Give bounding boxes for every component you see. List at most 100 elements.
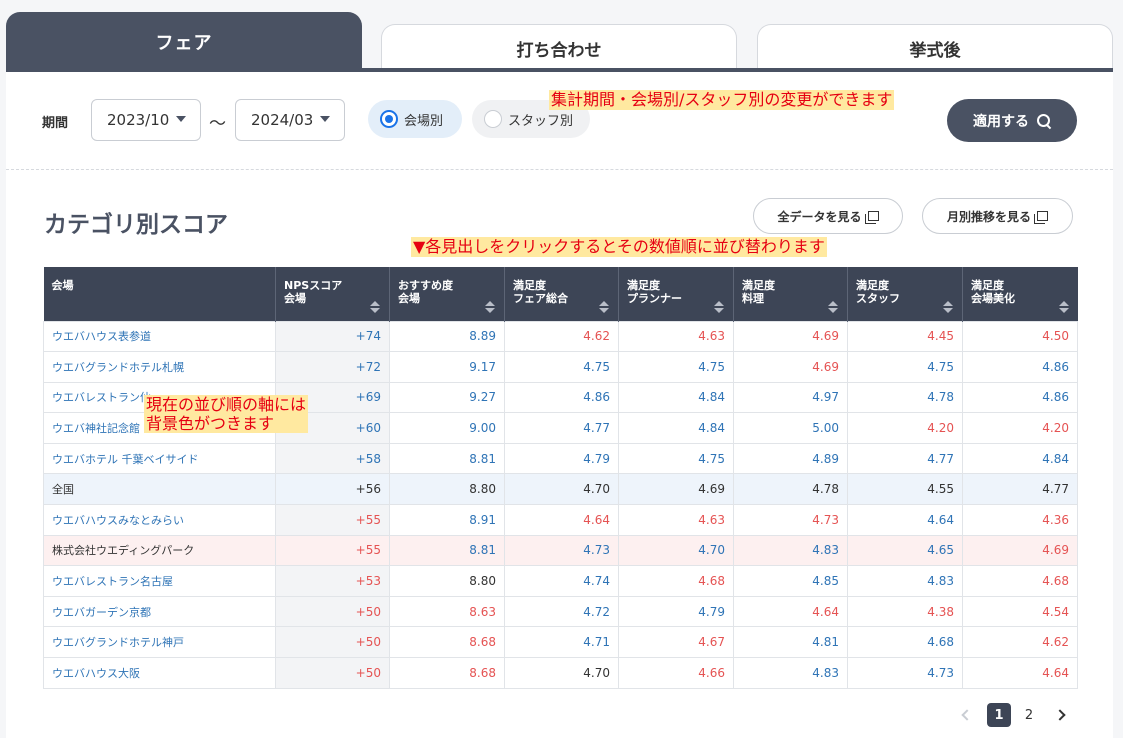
header-sublabel: 料理: [742, 292, 764, 305]
header-recommend[interactable]: おすすめ度 会場: [389, 267, 505, 321]
sat-planner-cell: 4.75: [618, 351, 734, 383]
sat-staff-cell: 4.78: [847, 381, 963, 414]
table-row: ウエバホテル 千葉ベイサイド +58 8.81 4.79 4.75 4.89 4.77 4.8…: [43, 442, 1078, 475]
view-all-data-label: 全データを見る: [777, 209, 862, 224]
external-window-icon: [864, 211, 879, 224]
tab-meeting[interactable]: 打ち合わせ: [381, 24, 737, 72]
sat-food-cell: 4.85: [733, 565, 848, 597]
pagination-prev[interactable]: [959, 703, 973, 727]
header-sublabel: 会場美化: [971, 292, 1015, 305]
nps-cell: +50: [275, 595, 390, 628]
header-sat-staff[interactable]: 満足度 スタッフ: [847, 267, 963, 321]
header-sat-cleanliness[interactable]: 満足度 会場美化: [962, 267, 1078, 321]
sat-planner-cell: 4.84: [618, 381, 734, 414]
table-row-national: 全国 +56 8.80 4.70 4.69 4.78 4.55 4.77: [43, 473, 1078, 506]
header-label: 満足度: [971, 279, 1004, 292]
table-row: ウエバグランドホテル神戸 +50 8.68 4.71 4.67 4.81 4.68 4.62: [43, 626, 1078, 659]
sort-icon: [714, 300, 724, 313]
recommend-cell: 8.80: [389, 565, 505, 597]
header-sat-fair[interactable]: 満足度 フェア総合: [504, 267, 619, 321]
pagination-page-1[interactable]: 1: [987, 703, 1011, 727]
header-sat-food[interactable]: 満足度 料理: [733, 267, 848, 321]
section-title: カテゴリ別スコア: [44, 212, 228, 238]
sat-food-cell: 4.69: [733, 320, 848, 353]
recommend-cell: 9.17: [389, 351, 505, 383]
sat-cleanliness-cell: 4.20: [962, 412, 1078, 444]
sat-staff-cell: 4.68: [847, 626, 963, 659]
sat-cleanliness-cell: 4.64: [962, 657, 1078, 689]
sat-cleanliness-cell: 4.54: [962, 595, 1078, 628]
venue-name-cell[interactable]: ウエバレストラン名古屋: [43, 565, 276, 597]
sat-fair-cell: 4.62: [504, 320, 619, 353]
period-separator: ～: [209, 114, 226, 134]
venue-name-cell[interactable]: ウエバハウスみなとみらい: [43, 504, 276, 536]
period-to-select[interactable]: 2024/03: [235, 99, 345, 141]
venue-name-cell: 株式会社ウエディングパーク: [43, 534, 276, 567]
sat-planner-cell: 4.69: [618, 473, 734, 506]
pagination-page-2[interactable]: 2: [1022, 703, 1036, 727]
header-sublabel: プランナー: [627, 292, 682, 305]
sat-staff-cell: 4.65: [847, 534, 963, 567]
recommend-cell: 8.68: [389, 626, 505, 659]
header-sublabel: フェア総合: [513, 292, 568, 305]
recommend-cell: 8.89: [389, 320, 505, 353]
sat-staff-cell: 4.73: [847, 657, 963, 689]
venue-name-cell[interactable]: ウエバハウス表参道: [43, 320, 276, 353]
header-nps[interactable]: NPSスコア 会場: [275, 267, 390, 321]
venue-name-cell: 全国: [43, 473, 276, 506]
recommend-cell: 8.91: [389, 504, 505, 536]
apply-button[interactable]: 適用する: [947, 99, 1077, 142]
nps-cell: +72: [275, 351, 390, 383]
venue-name-cell[interactable]: ウエバグランドホテル札幌: [43, 351, 276, 383]
recommend-cell: 9.00: [389, 412, 505, 444]
table-row: ウエバガーデン京都 +50 8.63 4.72 4.79 4.64 4.38 4.54: [43, 595, 1078, 628]
view-all-data-button[interactable]: 全データを見る: [753, 198, 903, 234]
sat-food-cell: 4.89: [733, 442, 848, 475]
sat-fair-cell: 4.86: [504, 381, 619, 414]
main-panel: 期間 2023/10 ～ 2024/03 会場別 スタッフ別 適用する 集計期間…: [6, 72, 1113, 738]
view-monthly-trend-label: 月別推移を見る: [946, 209, 1031, 224]
pagination-next[interactable]: [1054, 703, 1070, 727]
radio-by-venue[interactable]: 会場別: [368, 100, 462, 138]
sat-staff-cell: 4.45: [847, 320, 963, 353]
filter-annotation: 集計期間・会場別/スタッフ別の変更ができます: [549, 90, 895, 110]
sat-planner-cell: 4.75: [618, 442, 734, 475]
sat-staff-cell: 4.77: [847, 442, 963, 475]
sat-cleanliness-cell: 4.84: [962, 442, 1078, 475]
venue-name-cell[interactable]: ウエバガーデン京都: [43, 595, 276, 628]
sat-fair-cell: 4.73: [504, 534, 619, 567]
sat-cleanliness-cell: 4.36: [962, 504, 1078, 536]
venue-name-cell[interactable]: ウエバホテル 千葉ベイサイド: [43, 442, 276, 475]
caret-down-icon: [320, 116, 330, 122]
venue-name-cell[interactable]: ウエバハウス大阪: [43, 657, 276, 689]
header-label: 満足度: [856, 279, 889, 292]
sat-cleanliness-cell: 4.50: [962, 320, 1078, 353]
sat-cleanliness-cell: 4.69: [962, 534, 1078, 567]
nps-cell: +53: [275, 565, 390, 597]
sat-staff-cell: 4.55: [847, 473, 963, 506]
recommend-cell: 9.27: [389, 381, 505, 414]
radio-by-staff-label: スタッフ別: [508, 113, 574, 129]
sat-planner-cell: 4.63: [618, 504, 734, 536]
sat-fair-cell: 4.64: [504, 504, 619, 536]
sort-icon: [1058, 300, 1069, 313]
view-monthly-trend-button[interactable]: 月別推移を見る: [922, 198, 1073, 234]
period-from-select[interactable]: 2023/10: [91, 99, 201, 141]
sort-icon: [599, 300, 609, 313]
table-header-row: 会場 NPSスコア 会場 おすすめ度 会場 満足度 フェア総合 満足度 プランナー 満足度 料理 満足…: [43, 267, 1078, 321]
sat-planner-cell: 4.67: [618, 626, 734, 659]
sort-icon: [485, 300, 495, 313]
sat-food-cell: 4.78: [733, 473, 848, 506]
sat-cleanliness-cell: 4.62: [962, 626, 1078, 659]
tab-after-ceremony[interactable]: 挙式後: [757, 24, 1113, 72]
sat-fair-cell: 4.74: [504, 565, 619, 597]
tab-fair[interactable]: フェア: [6, 12, 362, 72]
sat-staff-cell: 4.75: [847, 351, 963, 383]
sat-staff-cell: 4.64: [847, 504, 963, 536]
sat-planner-cell: 4.63: [618, 320, 734, 353]
tab-bar: フェア 打ち合わせ 挙式後: [0, 0, 1123, 72]
sat-staff-cell: 4.38: [847, 595, 963, 628]
venue-name-cell[interactable]: ウエバグランドホテル神戸: [43, 626, 276, 659]
sat-food-cell: 4.97: [733, 381, 848, 414]
header-sat-planner[interactable]: 満足度 プランナー: [618, 267, 734, 321]
